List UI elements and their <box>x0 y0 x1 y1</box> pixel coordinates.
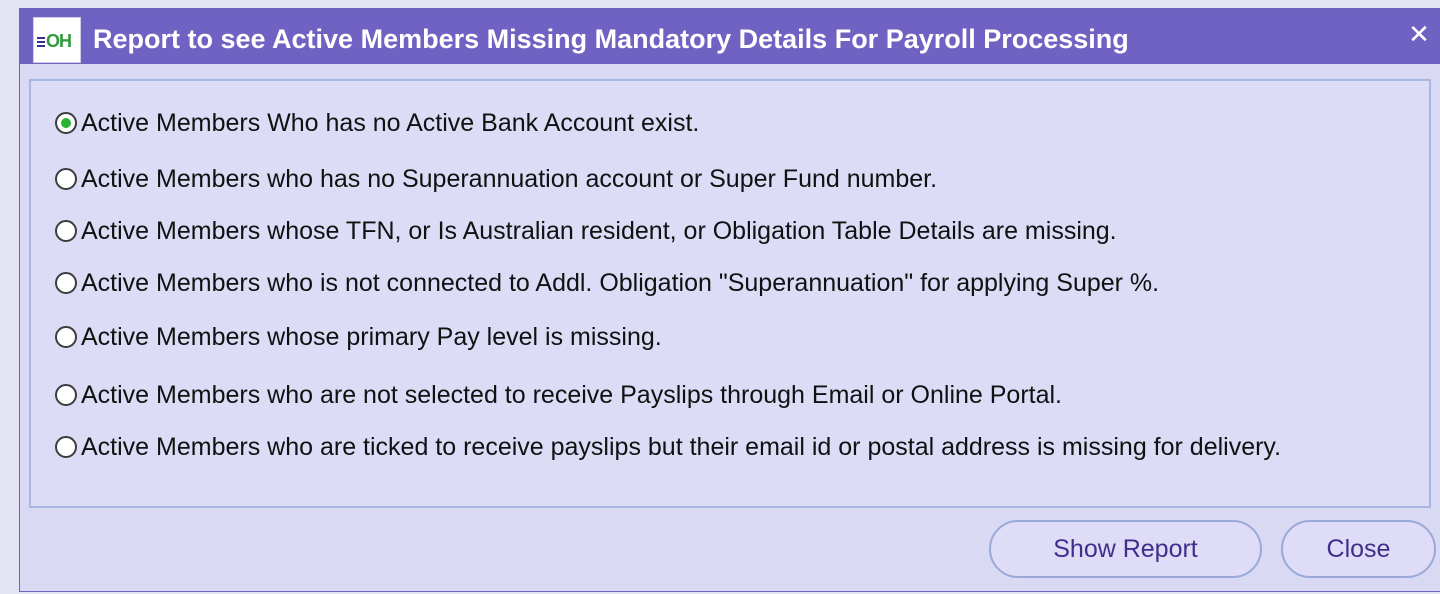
radio-button[interactable] <box>55 220 77 242</box>
radio-button[interactable] <box>55 272 77 294</box>
radio-button[interactable] <box>55 326 77 348</box>
option-pay-level-missing[interactable]: Active Members whose primary Pay level i… <box>55 322 662 352</box>
option-label: Active Members whose TFN, or Is Australi… <box>81 217 1117 245</box>
close-icon[interactable]: ✕ <box>1408 21 1430 47</box>
option-tfn-missing[interactable]: Active Members whose TFN, or Is Australi… <box>55 216 1117 246</box>
option-label: Active Members who has no Superannuation… <box>81 165 938 193</box>
report-options-panel: Active Members Who has no Active Bank Ac… <box>29 79 1431 508</box>
option-no-superannuation[interactable]: Active Members who has no Superannuation… <box>55 164 937 194</box>
option-not-connected-super[interactable]: Active Members who is not connected to A… <box>55 268 1159 298</box>
report-dialog: OH Report to see Active Members Missing … <box>19 8 1440 592</box>
logo-text: OH <box>46 31 72 51</box>
option-no-bank-account[interactable]: Active Members Who has no Active Bank Ac… <box>55 108 699 138</box>
radio-button[interactable] <box>55 168 77 190</box>
option-label: Active Members who are not selected to r… <box>81 381 1063 409</box>
option-label: Active Members who is not connected to A… <box>81 269 1160 297</box>
title-bar: OH Report to see Active Members Missing … <box>20 9 1440 64</box>
radio-button[interactable] <box>55 436 77 458</box>
option-label: Active Members who are ticked to receive… <box>81 433 1282 461</box>
window-title: Report to see Active Members Missing Man… <box>93 24 1129 54</box>
radio-button[interactable] <box>55 112 77 134</box>
radio-button[interactable] <box>55 384 77 406</box>
show-report-button[interactable]: Show Report <box>989 520 1262 578</box>
option-label: Active Members whose primary Pay level i… <box>81 323 662 351</box>
option-label: Active Members Who has no Active Bank Ac… <box>81 109 700 137</box>
option-payslip-not-selected[interactable]: Active Members who are not selected to r… <box>55 380 1062 410</box>
close-button[interactable]: Close <box>1281 520 1436 578</box>
option-delivery-details-missing[interactable]: Active Members who are ticked to receive… <box>55 432 1281 462</box>
menu-bars-icon <box>37 37 45 47</box>
app-logo: OH <box>33 17 81 63</box>
